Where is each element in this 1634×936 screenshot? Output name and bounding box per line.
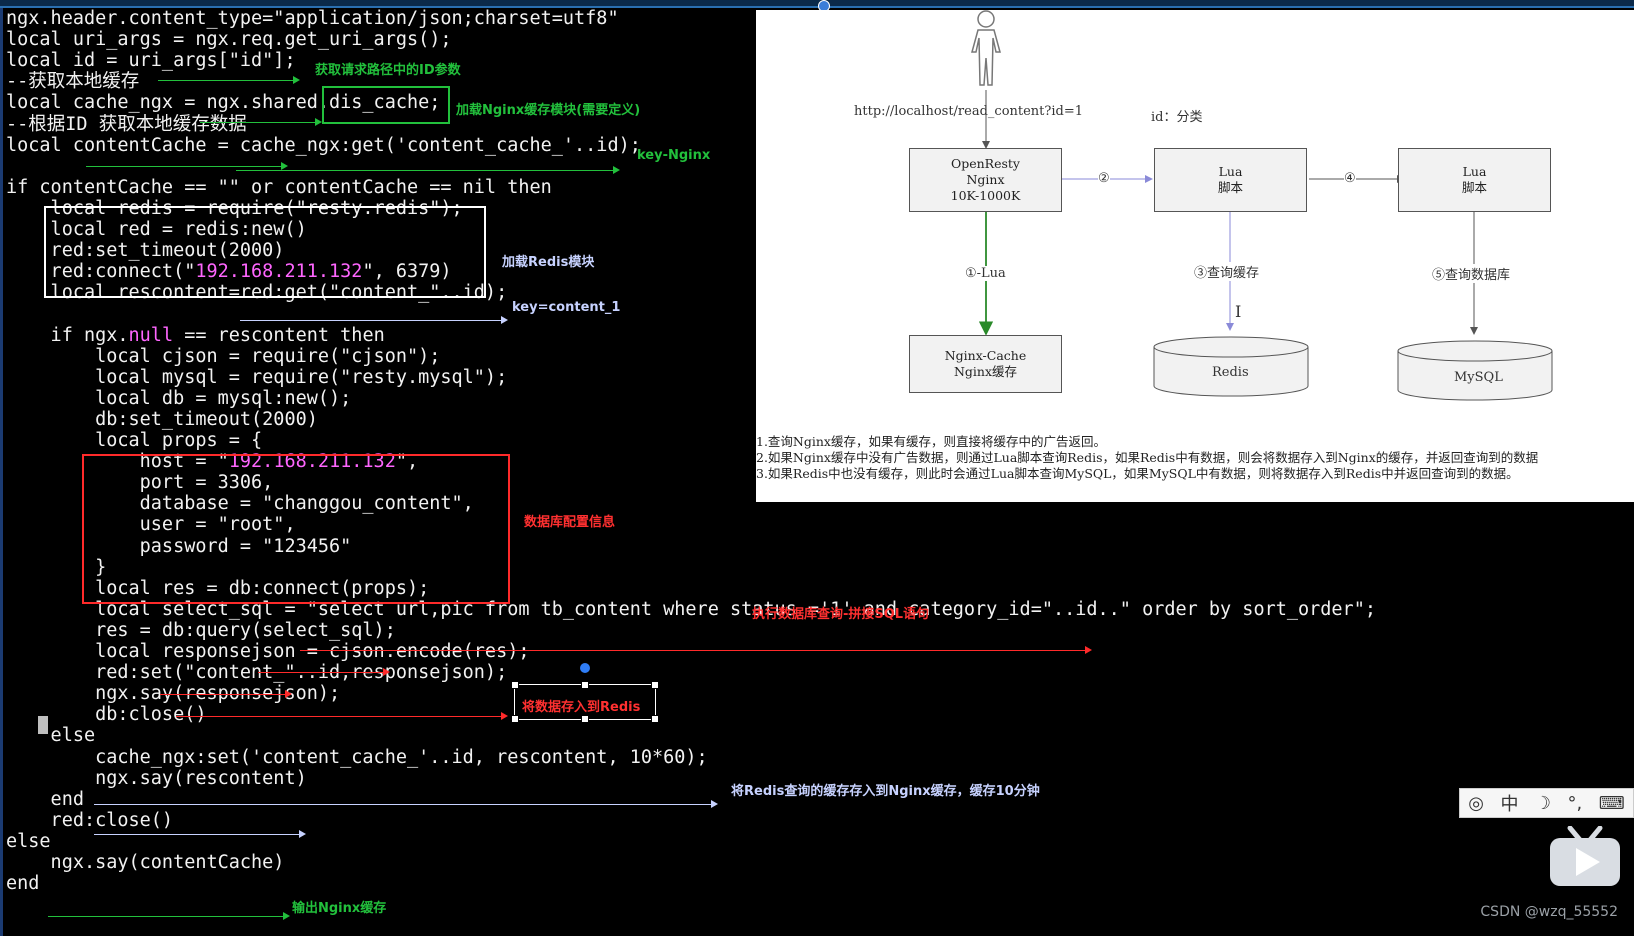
openresty-node: OpenResty Nginx 10K-1000K (909, 148, 1062, 212)
code-line[interactable]: local cjson = require("cjson"); (6, 346, 440, 368)
annotation-key-content: key=content_1 (512, 300, 621, 315)
code-line[interactable]: red:close() (6, 810, 174, 832)
note-3: 3.如果Redis中也没有缓存，则此时会通过Lua脚本查询MySQL，如果MyS… (756, 466, 1519, 481)
code-line[interactable]: else (6, 831, 51, 853)
step-2-label: ② (1098, 171, 1110, 186)
code-line[interactable]: --获取本地缓存 (6, 71, 139, 93)
request-url: http://localhost/read_content?id=1 (854, 104, 1084, 119)
underline-arrow (160, 690, 292, 698)
lua-script-node-2: Lua 脚本 (1398, 148, 1551, 212)
code-line[interactable]: local mysql = require("resty.mysql"); (6, 367, 507, 389)
code-line[interactable]: local responsejson = cjson.encode(res); (6, 641, 529, 663)
code-line[interactable]: end (6, 789, 84, 811)
underline-arrow (94, 800, 718, 808)
step-1-label: ①-Lua (965, 266, 1006, 281)
step-4-label: ④ (1344, 171, 1356, 186)
underline-arrow (86, 162, 288, 170)
ime-toolbar[interactable]: ◎ 中 ☽ °, ⌨ (1459, 788, 1634, 818)
redis-label: Redis (1212, 365, 1249, 380)
step-5-label: ⑤查询数据库 (1432, 264, 1511, 283)
watermark: CSDN @wzq_55552 (1480, 904, 1618, 920)
code-line[interactable]: red:set("content_"..id,responsejson); (6, 662, 507, 684)
underline-arrow (176, 712, 508, 720)
underline-arrow (200, 118, 322, 126)
annotation-load-nginx-cache: 加载Nginx缓存模块(需要定义) (456, 103, 641, 118)
keyboard-icon[interactable]: ⌨ (1599, 793, 1625, 814)
ime-logo-icon[interactable]: ◎ (1468, 793, 1484, 814)
code-line[interactable]: res = db:query(select_sql); (6, 620, 396, 642)
note-1: 1.查询Nginx缓存，如果有缓存，则直接将缓存中的广告返回。 (756, 434, 1106, 449)
code-line[interactable]: ngx.say(rescontent) (6, 768, 307, 790)
dis-cache-highlight-box (322, 86, 450, 124)
code-line[interactable]: end (6, 873, 39, 895)
step-3-label: ③查询缓存 (1194, 262, 1260, 281)
user-icon (971, 10, 1001, 86)
code-line[interactable]: if contentCache == "" or contentCache ==… (6, 177, 552, 199)
code-line[interactable]: --根据ID 获取本地缓存数据 (6, 114, 247, 136)
punctuation-icon[interactable]: °, (1568, 793, 1583, 814)
underline-arrow (48, 912, 290, 920)
redis-block-highlight-box (44, 206, 486, 298)
mysql-label: MySQL (1454, 370, 1503, 385)
code-line[interactable]: ngx.say(contentCache) (6, 852, 285, 874)
lua-script-node-1: Lua 脚本 (1154, 148, 1307, 212)
code-line[interactable]: local contentCache = cache_ngx:get('cont… (6, 135, 641, 157)
text-cursor-ibeam: I (1235, 302, 1242, 321)
code-line[interactable]: local uri_args = ngx.req.get_uri_args(); (6, 29, 452, 51)
architecture-diagram: http://localhost/read_content?id=1 id：分类… (756, 10, 1634, 502)
underline-arrow (300, 646, 1092, 654)
code-line[interactable]: else (6, 725, 96, 747)
annotation-redis-to-nginx: 将Redis查询的缓存存入到Nginx缓存，缓存10分钟 (731, 784, 1040, 799)
underline-arrow (236, 166, 620, 174)
props-highlight-box (82, 454, 510, 604)
underline-arrow (158, 76, 300, 84)
code-line[interactable]: ngx.header.content_type="application/jso… (6, 8, 619, 30)
code-line[interactable]: local props = { (6, 430, 262, 452)
code-line[interactable]: cache_ngx:set('content_cache_'..id, resc… (6, 747, 708, 769)
selected-textbox[interactable] (511, 681, 659, 723)
diagram-connectors (971, 10, 1553, 401)
annotation-exec-query: 执行数据库查询-拼接SQL语句 (752, 607, 930, 622)
nginx-cache-node: Nginx-Cache Nginx缓存 (909, 335, 1062, 393)
id-label: id：分类 (1151, 110, 1203, 125)
code-line[interactable]: local id = uri_args["id"]; (6, 50, 296, 72)
window-top-bar (0, 0, 1634, 12)
editor-left-edge (0, 8, 3, 936)
underline-arrow (240, 316, 508, 324)
rotate-handle[interactable] (580, 663, 590, 673)
moon-icon[interactable]: ☽ (1535, 793, 1551, 814)
annotation-key-nginx: key-Nginx (637, 148, 711, 163)
annotation-output-nginx: 输出Nginx缓存 (292, 901, 387, 916)
ime-lang-toggle[interactable]: 中 (1500, 790, 1518, 816)
underline-arrow (258, 668, 390, 676)
code-line[interactable]: if ngx.null == rescontent then (6, 325, 385, 347)
code-line[interactable]: db:set_timeout(2000) (6, 409, 318, 431)
code-line[interactable]: local db = mysql:new(); (6, 388, 351, 410)
video-play-icon[interactable] (1548, 826, 1622, 890)
note-2: 2.如果Nginx缓存中没有广告数据，则通过Lua脚本查询Redis，如果Red… (756, 450, 1539, 465)
annotation-db-config: 数据库配置信息 (524, 515, 616, 530)
annotation-get-id: 获取请求路径中的ID参数 (315, 63, 461, 78)
text-cursor (38, 716, 48, 734)
underline-arrow (94, 830, 306, 838)
annotation-load-redis: 加载Redis模块 (502, 255, 595, 270)
